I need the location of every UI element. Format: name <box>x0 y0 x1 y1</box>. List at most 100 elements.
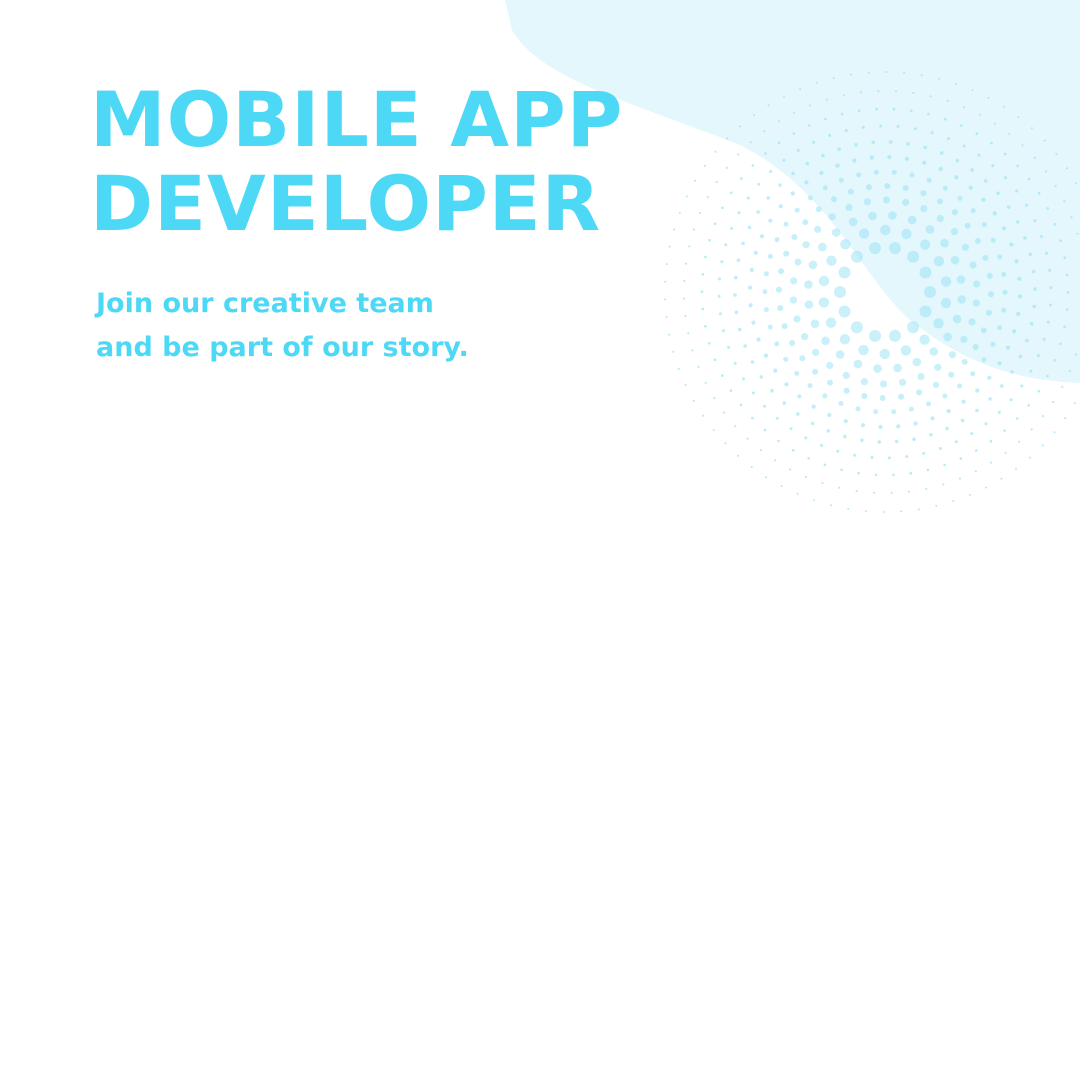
burst-dot <box>926 401 932 407</box>
burst-dot <box>807 457 810 460</box>
burst-dot <box>718 312 722 316</box>
burst-dot <box>739 403 743 407</box>
burst-dot <box>955 158 960 163</box>
burst-dot <box>664 280 667 283</box>
burst-dot <box>765 476 768 479</box>
burst-dot <box>981 357 987 363</box>
burst-dot <box>970 371 976 377</box>
burst-dot <box>1004 451 1007 454</box>
burst-dot <box>697 365 700 368</box>
burst-dot <box>1017 116 1020 118</box>
burst-dot <box>692 228 696 231</box>
burst-dot <box>954 175 959 180</box>
burst-dot <box>1028 456 1031 459</box>
burst-dot <box>1031 269 1036 274</box>
burst-dot <box>791 449 795 452</box>
burst-dot <box>961 358 968 365</box>
burst-dot <box>1049 286 1053 290</box>
burst-dot <box>700 290 704 294</box>
burst-dot <box>1009 242 1014 247</box>
burst-dot <box>974 449 978 452</box>
burst-dot <box>837 147 841 151</box>
burst-dot <box>954 440 958 444</box>
burst-dot <box>1000 384 1004 388</box>
burst-dot <box>825 98 828 101</box>
burst-dot <box>810 319 820 329</box>
burst-dot <box>927 112 930 116</box>
burst-dot <box>1006 205 1011 209</box>
burst-dot <box>939 151 944 155</box>
burst-dot <box>804 300 814 309</box>
burst-dot <box>938 447 942 450</box>
burst-dot <box>1002 226 1007 231</box>
burst-dot <box>759 449 763 452</box>
burst-dot <box>975 132 979 135</box>
burst-dot <box>778 268 784 275</box>
burst-dot <box>774 459 777 462</box>
burst-dot <box>896 424 901 429</box>
burst-dot <box>756 337 761 342</box>
burst-dot <box>909 471 913 475</box>
burst-dot <box>879 380 888 388</box>
burst-dot <box>782 158 786 162</box>
burst-dot <box>917 373 925 381</box>
burst-dot <box>874 473 878 477</box>
burst-dot <box>835 350 845 359</box>
burst-dot <box>919 334 930 345</box>
burst-dot <box>873 169 879 175</box>
burst-dot <box>902 185 909 191</box>
burst-dot <box>724 442 727 445</box>
burst-dot <box>813 499 815 502</box>
burst-dot <box>706 196 709 199</box>
burst-dot <box>668 333 671 336</box>
burst-dot <box>811 404 816 409</box>
burst-dot <box>868 211 877 221</box>
burst-dot <box>665 263 668 266</box>
burst-dot <box>913 127 917 131</box>
burst-dot <box>712 429 715 431</box>
burst-dot <box>859 91 863 94</box>
burst-dot <box>808 260 818 270</box>
burst-dot <box>885 71 888 73</box>
burst-dot <box>714 150 717 153</box>
burst-dot <box>919 305 932 318</box>
burst-dot <box>968 493 971 496</box>
burst-dot <box>882 511 885 513</box>
burst-dot <box>777 439 780 443</box>
burst-dot <box>920 74 923 77</box>
burst-dot <box>753 114 755 117</box>
burst-dot <box>750 466 753 468</box>
burst-dot <box>730 227 734 230</box>
burst-dot <box>820 443 823 447</box>
burst-dot <box>968 185 973 190</box>
burst-dot <box>792 132 796 135</box>
burst-dot <box>746 437 749 440</box>
burst-dot <box>1053 359 1057 362</box>
burst-dot <box>763 130 766 133</box>
burst-dot <box>838 486 841 489</box>
burst-dot <box>858 228 870 239</box>
burst-dot <box>951 209 958 216</box>
burst-dot <box>975 408 979 413</box>
burst-dot <box>871 140 876 145</box>
burst-dot <box>783 221 789 227</box>
burst-dot <box>838 305 851 318</box>
burst-dot <box>955 82 957 85</box>
burst-dot <box>827 379 833 386</box>
burst-dot <box>1046 374 1049 378</box>
burst-dot <box>894 90 898 93</box>
burst-dot <box>980 327 987 334</box>
burst-dot <box>970 432 974 435</box>
burst-dot <box>1033 156 1036 159</box>
burst-dot <box>831 196 837 203</box>
burst-dot <box>1073 402 1076 405</box>
burst-dot <box>1064 417 1067 420</box>
burst-dot <box>889 242 901 255</box>
burst-dot <box>1044 251 1048 255</box>
burst-dot <box>937 198 943 205</box>
burst-dot <box>930 416 935 421</box>
burst-dot <box>699 211 702 215</box>
burst-dot <box>688 245 691 248</box>
burst-dot <box>1065 273 1069 277</box>
burst-dot <box>900 510 903 513</box>
